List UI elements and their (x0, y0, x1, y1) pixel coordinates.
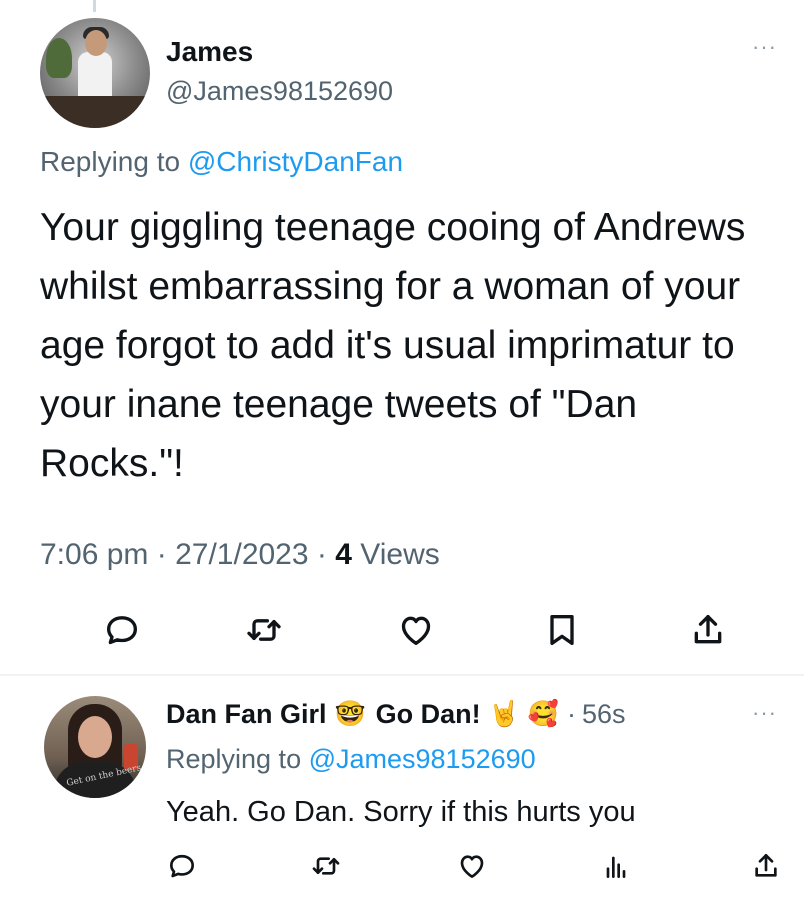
reply-author-name-suffix[interactable]: Go Dan! (376, 699, 481, 730)
views-count: 4 (335, 538, 352, 571)
reply-views-button[interactable] (598, 848, 634, 884)
reply-author-row: Dan Fan Girl 🤓 Go Dan! 🤘 🥰 · 56s (166, 696, 626, 732)
replying-to-prefix: Replying to (40, 146, 188, 177)
heart-icon (401, 616, 431, 645)
nerd-face-emoji-icon: 🤓 (334, 699, 366, 728)
share-icon (694, 615, 722, 644)
views-chart-icon (606, 856, 626, 878)
thread-connector-line (93, 0, 96, 12)
author-name[interactable]: James (166, 36, 253, 68)
replying-to-link[interactable]: @James98152690 (309, 744, 536, 774)
author-handle[interactable]: @James98152690 (166, 76, 393, 107)
reply-author-avatar[interactable]: Get on the beers (44, 696, 146, 798)
more-options-icon[interactable]: ··· (752, 34, 777, 60)
like-button[interactable] (394, 608, 438, 652)
replying-to-line: Replying to @ChristyDanFan (40, 146, 403, 178)
reply-tweet-text: Yeah. Go Dan. Sorry if this hurts you (166, 796, 636, 828)
reply-icon (107, 616, 137, 645)
bookmark-icon (550, 615, 574, 645)
share-button[interactable] (686, 608, 730, 652)
share-icon (755, 854, 777, 877)
reply-button[interactable] (100, 608, 144, 652)
retweet-icon (312, 857, 340, 875)
horns-hand-emoji-icon: 🤘 (488, 699, 520, 728)
meta-separator: · (316, 538, 327, 571)
reply-share-button[interactable] (748, 848, 784, 884)
tweet-time[interactable]: 7:06 pm (40, 538, 148, 571)
tweet-action-bar (0, 608, 804, 652)
reply-reply-button[interactable] (164, 848, 200, 884)
views-label: Views (360, 538, 440, 571)
replying-to-prefix: Replying to (166, 744, 309, 774)
smiling-hearts-emoji-icon: 🥰 (527, 699, 559, 728)
tweet-date[interactable]: 27/1/2023 (175, 538, 308, 571)
reply-time[interactable]: 56s (582, 699, 626, 730)
tweet-divider (0, 674, 804, 676)
reply-action-bar (0, 848, 804, 884)
meta-separator: · (156, 538, 167, 571)
reply-like-button[interactable] (454, 848, 490, 884)
reply-more-options-icon[interactable]: ··· (752, 700, 777, 726)
bookmark-button[interactable] (540, 608, 584, 652)
retweet-icon (247, 619, 281, 641)
reply-retweet-button[interactable] (308, 848, 344, 884)
tweet-text: Your giggling teenage cooing of Andrews … (40, 206, 746, 485)
reply-author-name[interactable]: Dan Fan Girl (166, 699, 327, 730)
heart-icon (460, 855, 484, 878)
retweet-button[interactable] (242, 608, 286, 652)
replying-to-link[interactable]: @ChristyDanFan (188, 146, 403, 177)
meta-separator: · (566, 698, 576, 729)
reply-replying-to-line: Replying to @James98152690 (166, 744, 536, 775)
tweet-metadata: 7:06 pm · 27/1/2023 · 4 Views (40, 538, 440, 572)
reply-icon (170, 854, 194, 878)
author-avatar[interactable] (40, 18, 150, 128)
